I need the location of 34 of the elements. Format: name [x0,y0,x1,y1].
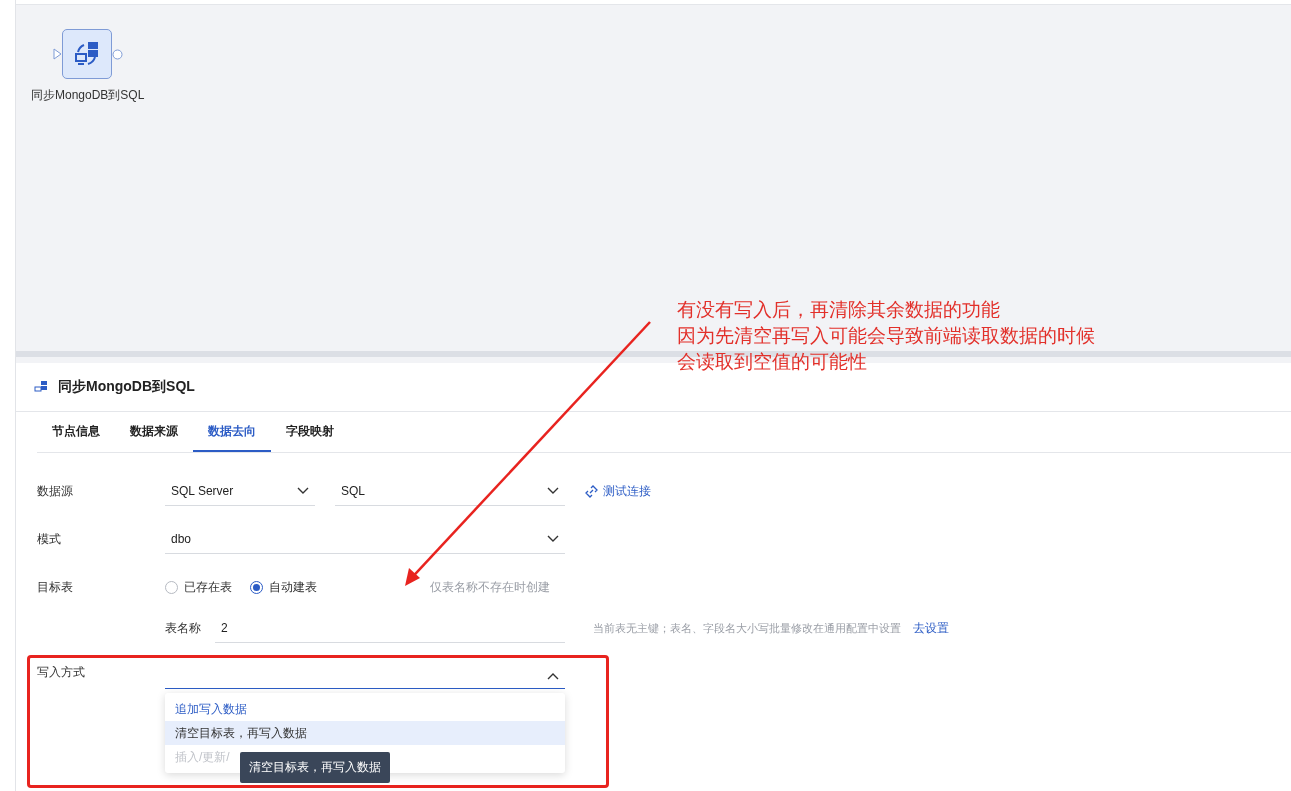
node-box[interactable] [61,29,112,79]
annotation-text: 有没有写入后，再清除其余数据的功能 因为先清空再写入可能会导致前端读取数据的时候 会读取到空值的可能性 [677,298,1095,374]
tab[interactable]: 节点信息 [37,412,115,452]
node-label: 同步MongoDB到SQL [31,87,145,104]
chevron-icon [547,486,559,495]
field-label: 数据源 [37,482,74,500]
field-label: 表名称 [165,619,202,637]
input-field[interactable]: 2 [215,613,565,643]
field-label: 模式 [37,530,62,548]
radio-option[interactable]: 已存在表 [165,578,232,596]
tooltip: 清空目标表，再写入数据 [240,752,390,783]
output-port-icon[interactable] [111,48,123,60]
select-field[interactable]: SQL Server [165,476,315,506]
tab[interactable]: 数据来源 [115,412,193,452]
select-field[interactable]: dbo [165,524,565,554]
select-field[interactable]: SQL [335,476,565,506]
test-connection-link[interactable]: 测试连接 [585,482,651,500]
chevron-icon [547,534,559,543]
tab[interactable]: 字段映射 [271,412,349,452]
chevron-icon [547,671,559,680]
server-sync-icon [72,40,101,68]
link-icon [585,484,598,498]
chevron-icon [297,486,309,495]
server-icon [34,380,48,394]
radio-option[interactable]: 自动建表 [250,578,317,596]
panel-title: 同步MongoDB到SQL [58,378,195,396]
tab[interactable]: 数据去向 [193,412,271,452]
field-label: 目标表 [37,578,74,596]
dropdown-option[interactable]: 追加写入数据 [165,697,257,721]
field-label: 写入方式 [37,664,86,681]
settings-link[interactable]: 去设置 [913,619,949,637]
dropdown-option[interactable]: 清空目标表，再写入数据 [165,721,565,745]
note-text: 当前表无主键；表名、字段名大小写批量修改在通用配置中设置 [593,620,901,636]
hint-text: 仅表名称不存在时创建 [430,578,550,596]
